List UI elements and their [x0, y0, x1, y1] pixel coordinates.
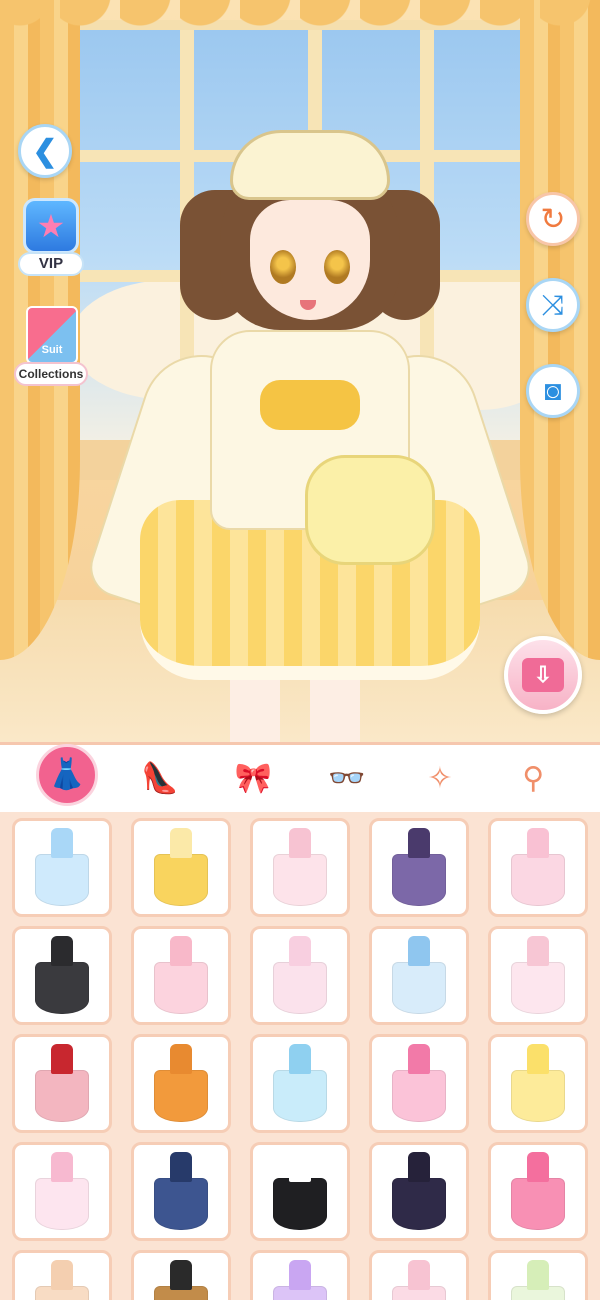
- dress-icon: [388, 935, 450, 1016]
- tab-shoes[interactable]: 👠: [129, 748, 191, 810]
- outfit-card[interactable]: [131, 1034, 231, 1133]
- outfit-card[interactable]: [131, 926, 231, 1025]
- dress-icon: [31, 935, 93, 1016]
- save-outfit-button[interactable]: ⇩: [504, 636, 582, 714]
- outfit-card[interactable]: [488, 1142, 588, 1241]
- dress-icon: [507, 935, 569, 1016]
- dress-icon: [507, 1259, 569, 1300]
- dress-icon: [150, 935, 212, 1016]
- dress-icon: [507, 827, 569, 908]
- dress-icon: [269, 935, 331, 1016]
- tab-glasses[interactable]: 👓: [316, 748, 378, 810]
- reset-button[interactable]: ↻: [526, 192, 580, 246]
- tab-headband[interactable]: 🎀: [222, 748, 284, 810]
- outfit-card[interactable]: [369, 1142, 469, 1241]
- outfit-card[interactable]: [250, 1142, 350, 1241]
- category-tab-bar: 👗 👠 🎀 👓 ✧ ⚲: [0, 742, 600, 812]
- dress-icon: [388, 1151, 450, 1232]
- vip-button[interactable]: ★ VIP: [18, 198, 84, 278]
- dress-icon: [388, 1043, 450, 1124]
- outfit-card[interactable]: [250, 1034, 350, 1133]
- eye-right: [324, 250, 350, 284]
- outfit-card[interactable]: [369, 1250, 469, 1300]
- outfit-card[interactable]: [12, 926, 112, 1025]
- outfit-card[interactable]: [250, 926, 350, 1025]
- shuffle-icon: ⤨: [541, 288, 565, 320]
- outfit-card[interactable]: [488, 926, 588, 1025]
- star-icon: ★: [36, 208, 66, 244]
- outfit-card[interactable]: [369, 926, 469, 1025]
- suit-collections-button[interactable]: Suit Collections: [14, 306, 88, 390]
- dress-icon: [269, 1151, 331, 1232]
- dress-icon: [150, 827, 212, 908]
- tab-earrings[interactable]: ✧: [409, 748, 471, 810]
- cookie-bag: [305, 455, 435, 565]
- beret-hat: [230, 130, 390, 200]
- dress-icon: [269, 1043, 331, 1124]
- outfit-card[interactable]: [488, 818, 588, 917]
- outfit-bow: [260, 380, 360, 430]
- outfit-card[interactable]: [131, 1142, 231, 1241]
- necklace-icon: ⚲: [522, 762, 545, 795]
- dress-icon: [507, 1043, 569, 1124]
- outfit-card[interactable]: [12, 818, 112, 917]
- outfit-card[interactable]: [131, 1250, 231, 1300]
- glasses-icon: 👓: [327, 762, 366, 795]
- outfit-card[interactable]: [131, 818, 231, 917]
- dress-icon: [507, 1151, 569, 1232]
- suit-label: Suit: [41, 344, 63, 356]
- outfit-card[interactable]: [488, 1034, 588, 1133]
- outfit-card[interactable]: [369, 1034, 469, 1133]
- dress-icon: [31, 827, 93, 908]
- dress-icon: [31, 1259, 93, 1300]
- earrings-icon: ✧: [427, 762, 453, 795]
- outfit-card[interactable]: [12, 1250, 112, 1300]
- outfit-card[interactable]: [12, 1142, 112, 1241]
- tab-necklace[interactable]: ⚲: [502, 748, 564, 810]
- dress-icon: [150, 1043, 212, 1124]
- outfit-card[interactable]: [250, 1250, 350, 1300]
- dressing-room-scene: ❮ ★ VIP Suit Collections ↻ ⤨ ◙ ⇩: [0, 0, 600, 742]
- suit-card-icon: Suit: [26, 306, 78, 364]
- back-button[interactable]: ❮: [18, 124, 72, 178]
- shoes-icon: 👠: [141, 762, 179, 795]
- tab-dress[interactable]: 👗: [35, 743, 98, 806]
- dress-icon: 👗: [47, 758, 86, 791]
- dress-icon: [388, 1259, 450, 1300]
- refresh-icon: ↻: [540, 202, 566, 236]
- vip-badge: ★: [23, 198, 79, 254]
- dress-icon: [150, 1151, 212, 1232]
- outfit-grid: [0, 812, 600, 1300]
- dress-icon: [269, 1259, 331, 1300]
- headband-icon: 🎀: [234, 762, 272, 795]
- outfit-card[interactable]: [250, 818, 350, 917]
- vip-label: VIP: [18, 252, 84, 276]
- camera-button[interactable]: ◙: [526, 364, 580, 418]
- outfit-card[interactable]: [12, 1034, 112, 1133]
- collections-label: Collections: [14, 362, 88, 386]
- curtain-valance: [0, 0, 600, 40]
- outfit-card[interactable]: [488, 1250, 588, 1300]
- dress-icon: [269, 827, 331, 908]
- dress-icon: [150, 1259, 212, 1300]
- shuffle-button[interactable]: ⤨: [526, 278, 580, 332]
- back-arrow-icon: ❮: [32, 134, 58, 168]
- dress-icon: [31, 1151, 93, 1232]
- outfit-card[interactable]: [369, 818, 469, 917]
- dress-icon: [388, 827, 450, 908]
- character-avatar[interactable]: [82, 120, 538, 742]
- download-tray-icon: ⇩: [522, 658, 564, 692]
- eye-left: [270, 250, 296, 284]
- dress-icon: [31, 1043, 93, 1124]
- camera-icon: ◙: [544, 375, 562, 406]
